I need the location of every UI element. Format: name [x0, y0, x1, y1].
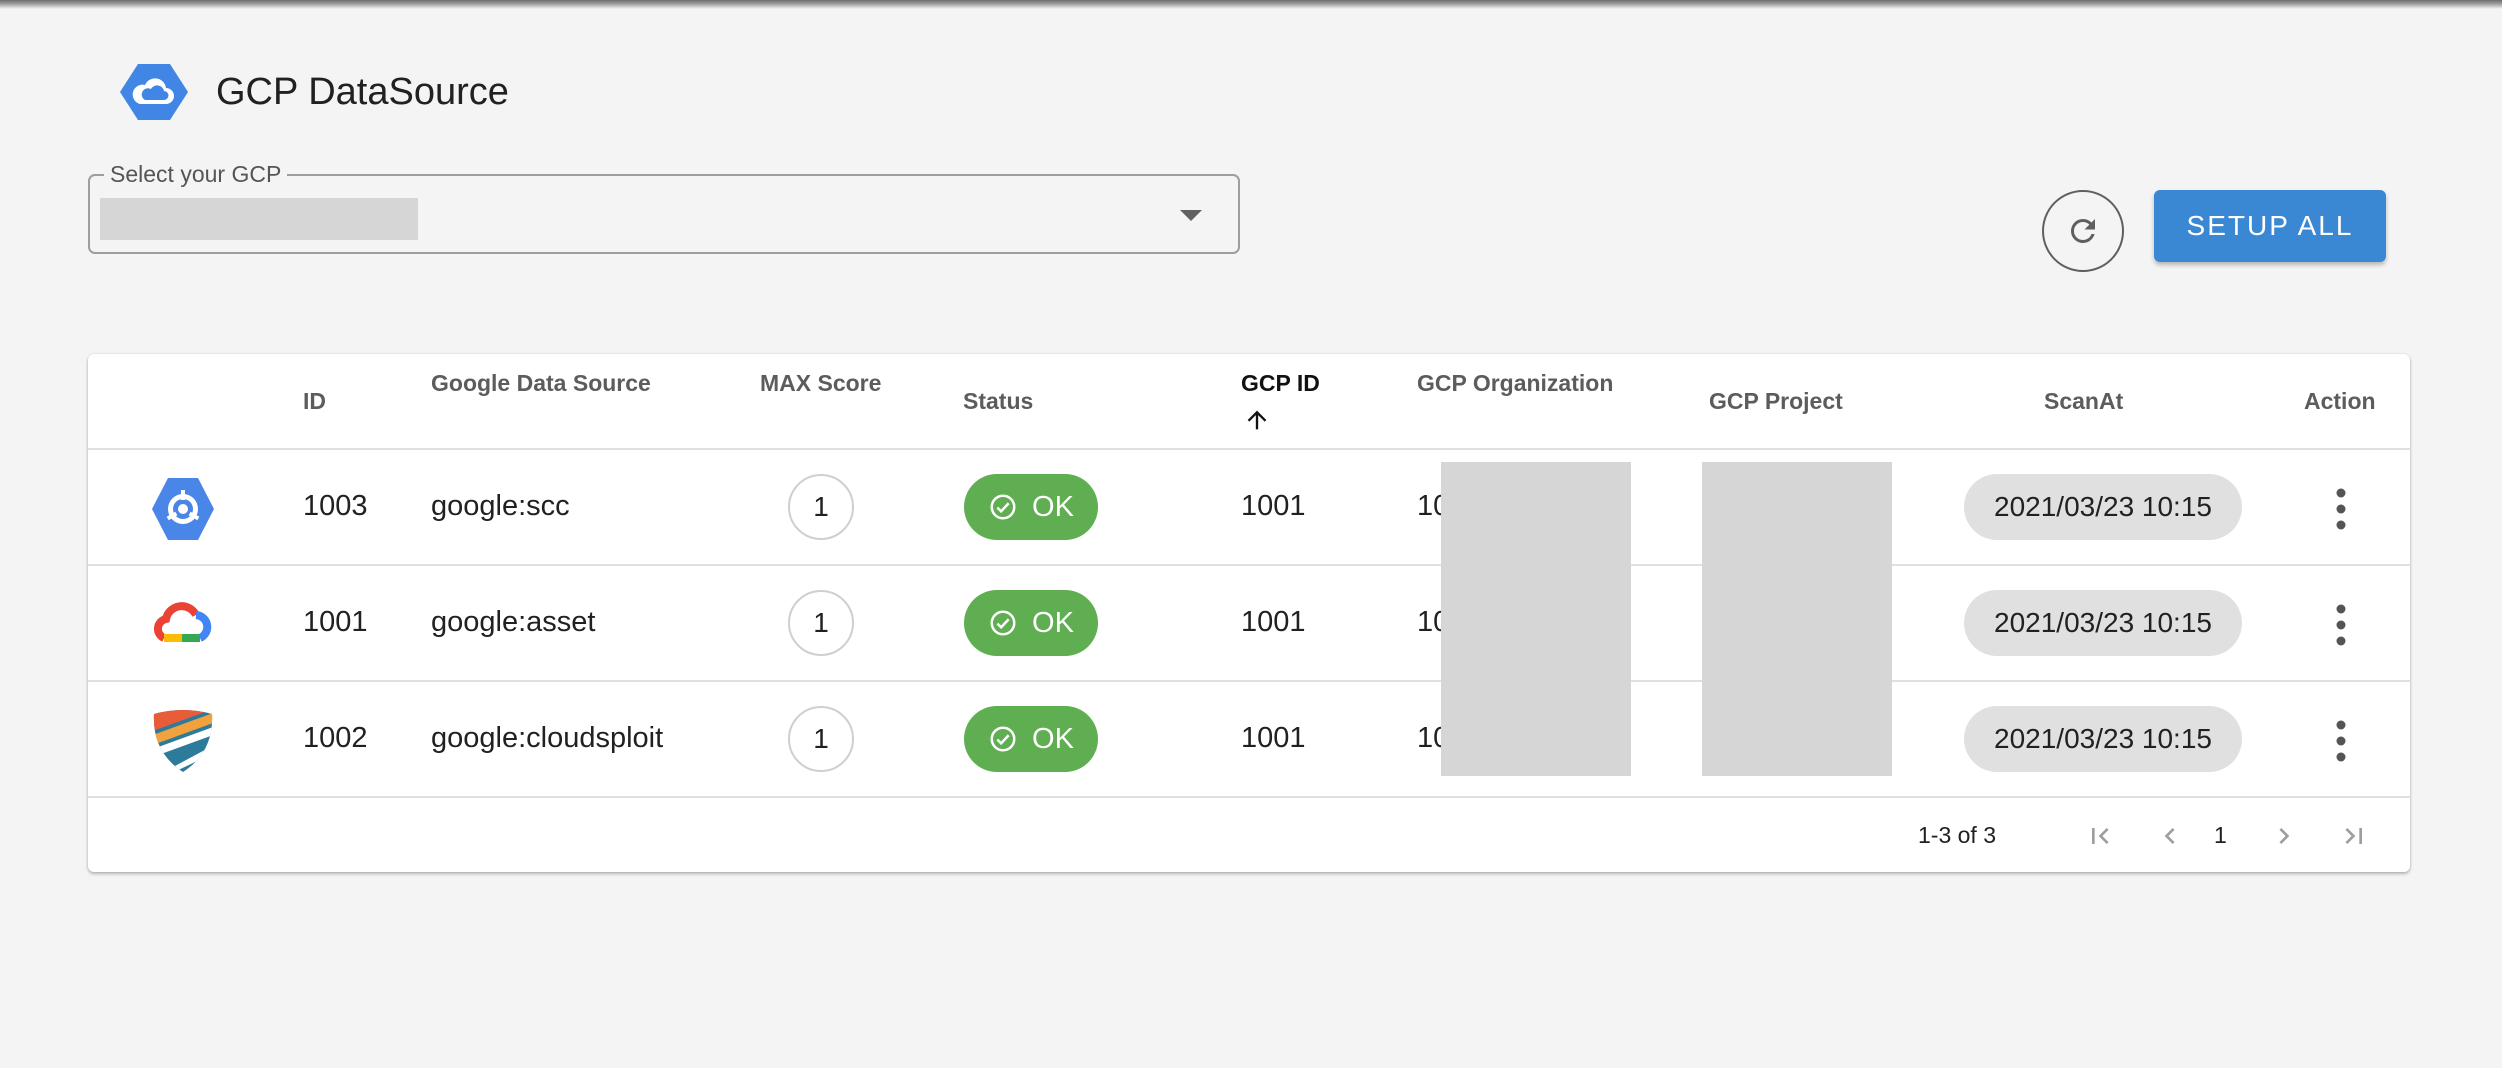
status-label: OK — [1032, 722, 1074, 755]
check-circle-icon — [990, 610, 1016, 636]
row-data-source: google:cloudsploit — [431, 722, 664, 754]
max-score-chip: 1 — [788, 706, 854, 772]
first-page-button[interactable] — [2080, 816, 2120, 856]
first-page-icon — [2092, 828, 2109, 844]
col-header-id[interactable]: ID — [303, 388, 326, 415]
more-vert-icon[interactable] — [2334, 720, 2348, 762]
col-header-action: Action — [2304, 388, 2376, 414]
security-command-center-icon — [152, 478, 214, 540]
table-header: ID Google Data Source MAX Score Status G… — [88, 354, 2410, 450]
current-page: 1 — [2214, 822, 2227, 848]
app-bar-shadow — [0, 0, 2502, 9]
setup-all-button[interactable]: SETUP ALL — [2154, 190, 2386, 262]
status-chip: OK — [964, 706, 1098, 772]
table-row[interactable]: 1002 google:cloudsploit 1 OK 1001 10 202… — [88, 682, 2410, 798]
chevron-left-icon — [2164, 828, 2175, 844]
cloud-logo-icon — [120, 64, 188, 120]
sort-ascending-icon[interactable] — [1243, 406, 1271, 434]
google-cloud-icon — [153, 602, 212, 642]
refresh-icon — [2070, 218, 2095, 243]
dropdown-caret-icon[interactable] — [1180, 210, 1202, 221]
row-gcp-id: 1001 — [1241, 722, 1306, 754]
scan-at-chip: 2021/03/23 10:15 — [1964, 706, 2242, 772]
table-row[interactable]: 1003 google:scc 1 OK 1001 10 2021/03/23 … — [88, 450, 2410, 566]
row-gcp-id: 1001 — [1241, 490, 1306, 522]
scan-at-chip: 2021/03/23 10:15 — [1964, 474, 2242, 540]
scan-at-chip: 2021/03/23 10:15 — [1964, 590, 2242, 656]
status-chip: OK — [964, 474, 1098, 540]
refresh-button[interactable] — [2042, 190, 2124, 272]
gcp-select[interactable]: Select your GCP — [88, 161, 1240, 254]
col-header-gcp-project[interactable]: GCP Project — [1709, 388, 1843, 415]
max-score-chip: 1 — [788, 474, 854, 540]
col-header-max-score[interactable]: MAX Score — [760, 370, 881, 397]
previous-page-button[interactable] — [2150, 816, 2190, 856]
page-title: GCP DataSource — [216, 70, 509, 113]
pagination-range: 1-3 of 3 — [1918, 822, 1996, 848]
status-label: OK — [1032, 606, 1074, 639]
gcp-select-label: Select your GCP — [104, 161, 288, 188]
next-page-button[interactable] — [2264, 816, 2304, 856]
status-label: OK — [1032, 490, 1074, 523]
gcp-project-redacted — [1702, 462, 1892, 776]
table-row[interactable]: 1001 google:asset 1 OK 1001 10 2021/03/2… — [88, 566, 2410, 682]
col-header-scan-at[interactable]: ScanAt — [2044, 388, 2123, 415]
max-score-chip: 1 — [788, 590, 854, 656]
datasource-table: ID Google Data Source MAX Score Status G… — [88, 354, 2410, 872]
row-id: 1002 — [303, 722, 368, 754]
last-page-button[interactable] — [2334, 816, 2374, 856]
col-header-data-source[interactable]: Google Data Source — [431, 370, 651, 397]
check-circle-icon — [990, 726, 1016, 752]
col-header-status[interactable]: Status — [963, 388, 1033, 415]
gcp-select-value-redacted — [100, 198, 418, 240]
col-header-gcp-organization[interactable]: GCP Organization — [1417, 370, 1613, 397]
status-chip: OK — [964, 590, 1098, 656]
more-vert-icon[interactable] — [2334, 488, 2348, 530]
row-data-source: google:scc — [431, 490, 570, 522]
gcp-organization-redacted — [1441, 462, 1631, 776]
row-data-source: google:asset — [431, 606, 596, 638]
row-id: 1001 — [303, 606, 368, 638]
row-id: 1003 — [303, 490, 368, 522]
cloudsploit-shield-icon — [153, 710, 213, 772]
more-vert-icon[interactable] — [2334, 604, 2348, 646]
last-page-icon — [2345, 828, 2362, 844]
table-pagination: 1-3 of 3 1 — [88, 798, 2410, 872]
page-header: GCP DataSource — [118, 62, 509, 122]
col-header-gcp-id[interactable]: GCP ID — [1241, 370, 1320, 397]
check-circle-icon — [990, 494, 1016, 520]
row-gcp-id: 1001 — [1241, 606, 1306, 638]
chevron-right-icon — [2279, 828, 2290, 844]
